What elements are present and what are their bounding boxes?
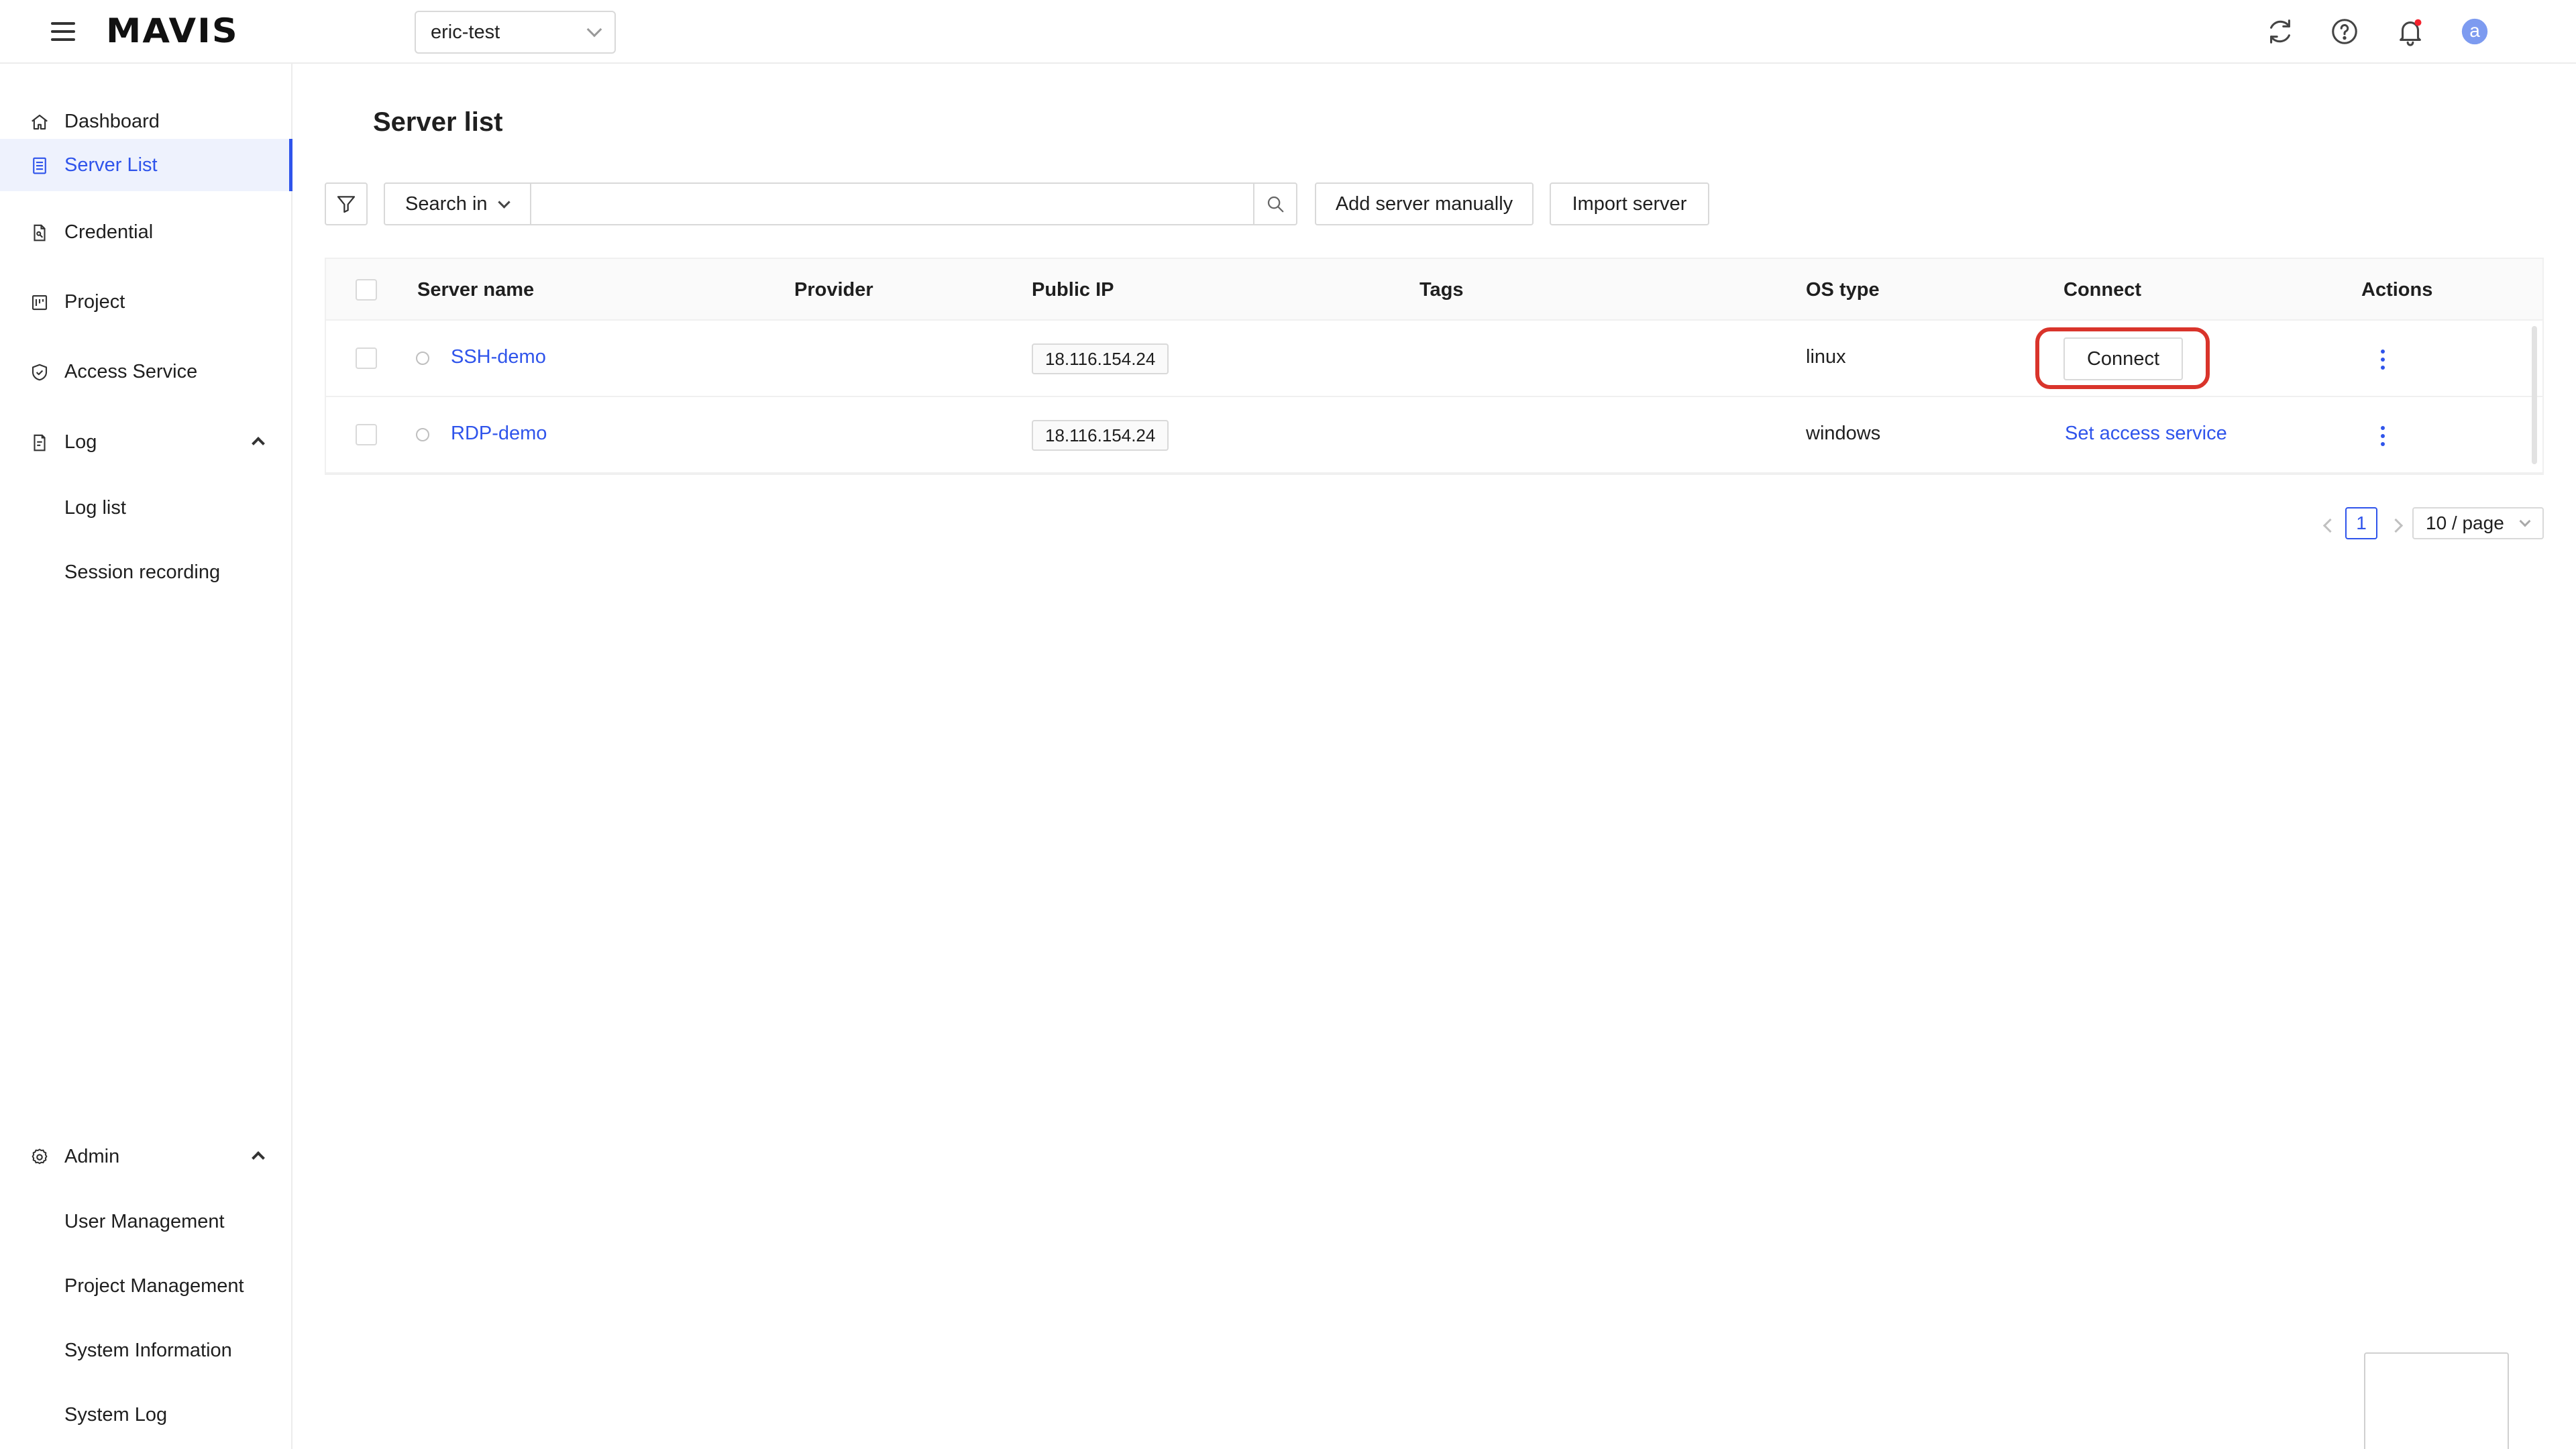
credential-icon — [30, 223, 50, 243]
chevron-up-icon — [252, 1151, 265, 1165]
sidebar-item-project[interactable]: Project — [0, 276, 291, 328]
set-access-service-link[interactable]: Set access service — [2065, 423, 2227, 445]
search-input[interactable] — [531, 184, 1253, 224]
sidebar-subitem-log-list[interactable]: Log list — [64, 497, 126, 519]
search-in-label: Search in — [405, 193, 488, 215]
search-group: Search in — [384, 182, 1297, 225]
page-size-label: 10 / page — [2426, 513, 2504, 533]
table-row: RDP-demo 18.116.154.24 windows Set acces… — [326, 397, 2542, 474]
table-scrollbar[interactable] — [2532, 326, 2537, 464]
avatar-letter: a — [2469, 20, 2480, 41]
sidebar-subitem-system-information[interactable]: System Information — [64, 1340, 232, 1362]
filter-button[interactable] — [325, 182, 368, 225]
avatar[interactable]: a — [2459, 16, 2490, 47]
gear-icon — [30, 1147, 50, 1167]
server-name-link[interactable]: RDP-demo — [451, 423, 547, 445]
refresh-icon[interactable] — [2265, 16, 2296, 47]
top-bar: MAVIS eric-test a — [0, 0, 2576, 64]
column-header-actions: Actions — [2361, 279, 2433, 301]
public-ip-tag: 18.116.154.24 — [1032, 420, 1169, 451]
sidebar-item-label: Server List — [64, 154, 158, 176]
row-checkbox[interactable] — [356, 424, 377, 445]
filter-icon — [337, 196, 356, 213]
sidebar: Dashboard Server List Credential Project — [0, 64, 292, 1449]
column-header-tags: Tags — [1419, 279, 1464, 301]
menu-toggle-icon[interactable] — [51, 20, 75, 43]
column-header-server-name: Server name — [417, 279, 535, 301]
page-title: Server list — [373, 107, 503, 137]
sidebar-item-label: Dashboard — [64, 110, 160, 132]
app-logo: MAVIS — [106, 11, 239, 50]
sidebar-item-access-service[interactable]: Access Service — [0, 345, 291, 398]
add-server-button[interactable]: Add server manually — [1315, 182, 1534, 225]
sidebar-item-label: Access Service — [64, 360, 198, 382]
connect-button[interactable]: Connect — [2063, 337, 2183, 380]
help-icon[interactable] — [2329, 16, 2360, 47]
server-table: Server name Provider Public IP Tags OS t… — [325, 258, 2544, 475]
sidebar-item-label: Log — [64, 431, 97, 453]
chevron-down-icon — [497, 195, 511, 209]
sidebar-item-label: Project — [64, 290, 125, 313]
server-name-link[interactable]: SSH-demo — [451, 346, 546, 368]
column-header-os-type: OS type — [1806, 279, 1880, 301]
sidebar-item-log[interactable]: Log — [0, 416, 291, 468]
search-icon — [1267, 196, 1284, 213]
status-indicator — [416, 352, 429, 365]
pagination-prev-icon[interactable] — [2316, 513, 2340, 537]
sidebar-subitem-session-recording[interactable]: Session recording — [64, 561, 220, 584]
public-ip-tag: 18.116.154.24 — [1032, 343, 1169, 374]
sidebar-subitem-project-management[interactable]: Project Management — [64, 1275, 244, 1297]
column-header-public-ip: Public IP — [1032, 279, 1114, 301]
bell-icon[interactable] — [2395, 16, 2426, 47]
floating-widget[interactable] — [2364, 1352, 2509, 1449]
row-checkbox[interactable] — [356, 347, 377, 369]
project-select[interactable]: eric-test — [415, 11, 616, 54]
server-list-icon — [30, 156, 50, 176]
os-type-cell: linux — [1806, 346, 1846, 368]
os-type-cell: windows — [1806, 423, 1881, 444]
project-icon — [30, 292, 50, 313]
app-root: MAVIS eric-test a Dashboard Server List … — [0, 0, 2576, 1449]
import-server-button[interactable]: Import server — [1550, 182, 1709, 225]
sidebar-item-label: Admin — [64, 1145, 120, 1167]
sidebar-item-admin[interactable]: Admin — [0, 1130, 291, 1183]
search-in-dropdown[interactable]: Search in — [385, 184, 531, 224]
column-header-connect: Connect — [2063, 279, 2141, 301]
home-icon — [30, 112, 50, 132]
more-actions-icon[interactable] — [2369, 346, 2396, 373]
chevron-down-icon — [2519, 515, 2531, 527]
sidebar-subitem-user-management[interactable]: User Management — [64, 1211, 225, 1233]
log-icon — [30, 433, 50, 453]
search-button[interactable] — [1253, 184, 1296, 224]
chevron-up-icon — [252, 437, 265, 450]
table-header: Server name Provider Public IP Tags OS t… — [326, 259, 2542, 321]
status-indicator — [416, 428, 429, 441]
sidebar-item-credential[interactable]: Credential — [0, 206, 291, 258]
sidebar-item-server-list[interactable]: Server List — [0, 139, 292, 191]
pagination-current-page[interactable]: 1 — [2345, 507, 2377, 539]
shield-check-icon — [30, 362, 50, 382]
page-size-select[interactable]: 10 / page — [2412, 507, 2544, 539]
chevron-down-icon — [586, 21, 602, 38]
pagination-next-icon[interactable] — [2385, 513, 2410, 537]
table-row: SSH-demo 18.116.154.24 linux Connect — [326, 321, 2542, 397]
more-actions-icon[interactable] — [2369, 423, 2396, 449]
column-header-provider: Provider — [794, 279, 873, 301]
select-all-checkbox[interactable] — [356, 279, 377, 301]
sidebar-item-label: Credential — [64, 221, 154, 243]
sidebar-subitem-system-log[interactable]: System Log — [64, 1404, 167, 1426]
project-select-value: eric-test — [431, 21, 500, 43]
